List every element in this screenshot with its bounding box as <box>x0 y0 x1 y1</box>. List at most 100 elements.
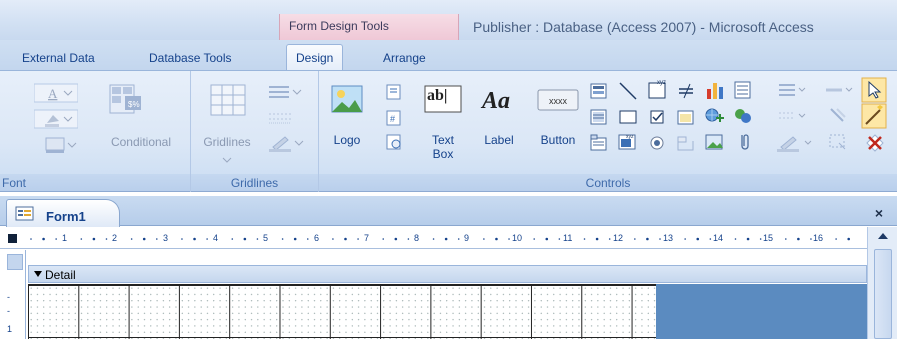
select-all-icon[interactable] <box>827 131 849 153</box>
vertical-ruler-number: 1 <box>7 324 13 334</box>
ruler-tick <box>231 238 234 240</box>
font-color-icon[interactable]: A <box>33 83 79 103</box>
scroll-up-arrow-icon[interactable] <box>878 233 888 239</box>
image-icon[interactable] <box>704 131 726 153</box>
border-width-icon[interactable] <box>824 81 854 99</box>
gridlines-group-label: Gridlines <box>191 174 318 191</box>
set-control-defaults-icon[interactable] <box>827 105 849 127</box>
unbound-object-frame-icon[interactable] <box>676 107 696 127</box>
page-numbers-icon[interactable]: # <box>385 109 403 127</box>
svg-text:$%: $% <box>128 100 140 109</box>
insert-hyperlink-icon[interactable] <box>704 105 726 127</box>
subform-in-new-window-icon[interactable] <box>732 105 754 127</box>
date-time-icon[interactable] <box>385 133 403 151</box>
ruler-tick <box>495 237 498 241</box>
ruler-tick <box>545 237 549 241</box>
label-button-label[interactable]: Label <box>479 133 519 147</box>
rectangle-icon[interactable] <box>618 107 638 127</box>
ruler-tick <box>847 237 850 241</box>
form-background-area <box>656 284 867 339</box>
attachment-icon[interactable] <box>732 131 754 153</box>
combo-box-icon[interactable] <box>589 81 609 101</box>
ruler-tick <box>646 237 649 241</box>
app-title: Publisher : Database (Access 2007) - Mic… <box>473 19 814 35</box>
logo-icon[interactable] <box>329 81 365 117</box>
ruler-number: 3 <box>163 233 169 243</box>
form-selector[interactable] <box>8 234 17 243</box>
logo-button-label[interactable]: Logo <box>324 133 370 147</box>
document-tab-form1[interactable]: Form1 <box>6 199 120 227</box>
detail-section-header[interactable]: Detail <box>28 265 867 283</box>
close-document-icon[interactable]: × <box>875 205 883 221</box>
chart-icon[interactable] <box>704 79 726 101</box>
ruler-number: 9 <box>464 233 470 243</box>
line-type-dropdown-icon[interactable] <box>777 107 807 125</box>
line-color-pen-icon[interactable] <box>267 133 305 153</box>
tab-design[interactable]: Design <box>286 44 344 71</box>
ruler-tick <box>130 238 133 240</box>
line-color-icon[interactable] <box>44 135 80 155</box>
tab-control-icon[interactable] <box>589 133 609 153</box>
button-button-label[interactable]: Button <box>533 133 583 147</box>
line-color-dropdown-icon[interactable] <box>775 133 815 153</box>
line-thickness-icon[interactable] <box>267 83 303 101</box>
ruler-tick <box>746 237 750 241</box>
scroll-thumb[interactable] <box>874 249 892 339</box>
ruler-tick <box>80 238 83 240</box>
ruler-tick <box>659 238 661 240</box>
text-box-label-line1[interactable]: Text <box>423 133 463 147</box>
ruler-number: 4 <box>213 233 219 243</box>
vertical-ruler-tick: - <box>7 306 10 316</box>
gridlines-icon[interactable] <box>209 83 249 119</box>
select-pointer-icon[interactable] <box>861 77 887 103</box>
ruler-number: 2 <box>112 233 118 243</box>
ruler-tick <box>709 238 712 240</box>
option-button-icon[interactable] <box>648 133 668 153</box>
form-design-grid[interactable] <box>28 284 656 339</box>
section-selector[interactable] <box>7 254 23 270</box>
ruler-number: 14 <box>713 233 724 243</box>
document-tab-title: Form1 <box>46 209 86 224</box>
ruler-number: 13 <box>663 233 674 243</box>
ruler-tick <box>608 238 611 240</box>
ruler-tick <box>193 237 196 241</box>
use-control-wizards-icon[interactable] <box>861 103 887 129</box>
svg-text:xyz: xyz <box>626 134 634 140</box>
list-box-icon[interactable] <box>732 79 754 101</box>
toggle-button-icon[interactable]: xyz <box>646 77 670 101</box>
vertical-scrollbar[interactable] <box>867 227 897 339</box>
check-box-icon[interactable] <box>648 107 668 127</box>
ruler-tick <box>344 237 347 241</box>
activex-controls-icon[interactable] <box>863 131 887 153</box>
ruler-number: 11 <box>563 233 573 243</box>
tab-external-data[interactable]: External Data <box>22 51 95 65</box>
label-icon[interactable]: Aa <box>482 87 510 115</box>
tab-arrange[interactable]: Arrange <box>383 51 426 65</box>
horizontal-ruler[interactable]: 1 2 3 4 5 6 7 8 9 10 11 12 13 14 15 16 <box>27 233 863 245</box>
ruler-tick <box>785 238 787 240</box>
line-thickness-dropdown-icon[interactable] <box>777 81 807 99</box>
gridlines-dropdown-icon[interactable] <box>221 153 233 163</box>
font-group: A $% Conditional Font <box>0 71 191 192</box>
title-icon[interactable] <box>385 83 403 101</box>
document-tab-strip: Form1 × <box>0 196 897 227</box>
ruler-tick <box>306 238 309 240</box>
ruler-tick <box>181 238 183 240</box>
bound-object-frame-icon[interactable]: xyz <box>617 131 639 153</box>
ribbon-tab-row: External Data Database Tools Design Arra… <box>0 40 897 110</box>
controls-group-label: Controls <box>319 174 897 191</box>
ruler-tick <box>206 238 208 240</box>
line-icon[interactable] <box>618 81 638 101</box>
option-group-icon[interactable] <box>676 133 696 153</box>
page-break-icon[interactable] <box>676 81 696 101</box>
conditional-formatting-icon[interactable]: $% <box>108 83 144 117</box>
line-type-icon[interactable] <box>267 109 295 127</box>
subform-icon[interactable] <box>589 107 609 127</box>
tab-database-tools[interactable]: Database Tools <box>149 51 232 65</box>
text-box-label-line2[interactable]: Box <box>423 147 463 161</box>
font-group-label: Font <box>0 174 190 191</box>
gridlines-group: Gridlines Gridlines <box>191 71 319 192</box>
fill-color-icon[interactable] <box>33 109 79 129</box>
vertical-ruler[interactable]: - - 1 <box>0 250 26 339</box>
section-arrow-icon <box>34 271 42 277</box>
